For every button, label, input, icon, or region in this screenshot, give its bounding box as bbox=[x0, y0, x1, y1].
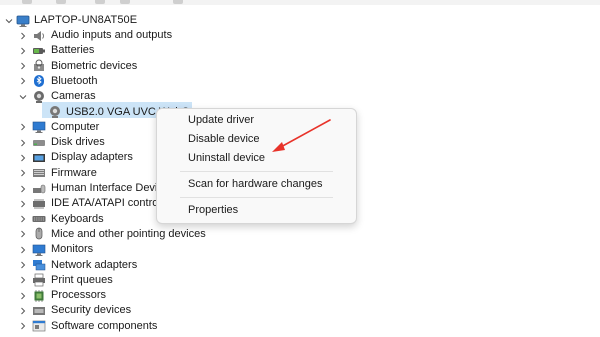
disk-icon bbox=[32, 136, 46, 150]
tree-category-label: Security devices bbox=[51, 304, 132, 317]
speaker-icon bbox=[32, 29, 46, 43]
monitor-icon bbox=[32, 243, 46, 257]
tree-category-label: Audio inputs and outputs bbox=[51, 29, 173, 41]
toolbar-button[interactable] bbox=[95, 0, 105, 4]
toolbar-button[interactable] bbox=[120, 0, 130, 4]
chevron-right-icon[interactable] bbox=[17, 120, 29, 135]
chevron-right-icon[interactable] bbox=[17, 135, 29, 150]
chevron-down-icon[interactable] bbox=[17, 89, 29, 104]
tree-category-label: Monitors bbox=[51, 243, 94, 256]
chevron-right-icon[interactable] bbox=[17, 181, 29, 196]
chevron-down-icon[interactable] bbox=[3, 13, 15, 28]
mouse-icon bbox=[32, 227, 46, 241]
menu-separator bbox=[180, 197, 333, 198]
tree-category-label: Bluetooth bbox=[51, 74, 98, 87]
chevron-right-icon[interactable] bbox=[17, 242, 29, 257]
chevron-right-icon[interactable] bbox=[17, 74, 29, 89]
context-menu: Update driver Disable device Uninstall d… bbox=[156, 108, 357, 224]
menu-item-uninstall-device[interactable]: Uninstall device bbox=[157, 150, 356, 167]
processor-icon bbox=[32, 289, 46, 303]
tree-category-label: Print queues bbox=[51, 273, 113, 286]
computer-icon bbox=[16, 14, 30, 28]
menu-item-disable-device[interactable]: Disable device bbox=[157, 131, 356, 148]
chevron-right-icon[interactable] bbox=[17, 43, 29, 58]
tree-category-label: Processors bbox=[51, 289, 107, 302]
tree-category-label: Firmware bbox=[51, 166, 97, 179]
toolbar-button[interactable] bbox=[22, 0, 32, 4]
bluetooth-icon bbox=[32, 74, 46, 88]
tree-category-label: Software components bbox=[51, 319, 158, 332]
monitor-icon bbox=[32, 120, 46, 134]
firmware-icon bbox=[32, 166, 46, 180]
security-icon bbox=[32, 304, 46, 318]
chevron-right-icon[interactable] bbox=[17, 59, 29, 74]
tree-category-label: Network adapters bbox=[51, 258, 138, 271]
tree-category-label: Display adapters bbox=[51, 151, 133, 164]
chevron-right-icon[interactable] bbox=[17, 303, 29, 318]
hid-icon bbox=[32, 182, 46, 196]
chevron-right-icon[interactable] bbox=[17, 258, 29, 273]
webcam-icon bbox=[48, 105, 62, 119]
toolbar-strip bbox=[0, 0, 600, 5]
chevron-right-icon[interactable] bbox=[17, 28, 29, 43]
computer-name: LAPTOP-UN8AT50E bbox=[34, 14, 138, 26]
chevron-right-icon[interactable] bbox=[17, 227, 29, 242]
tree-category-label: Cameras bbox=[51, 90, 96, 103]
tree-category-label: Disk drives bbox=[51, 136, 105, 149]
menu-item-scan-hardware[interactable]: Scan for hardware changes bbox=[157, 176, 356, 193]
tree-category-label: Batteries bbox=[51, 44, 95, 57]
menu-separator bbox=[180, 171, 333, 172]
chevron-right-icon[interactable] bbox=[17, 196, 29, 211]
toolbar-button[interactable] bbox=[173, 0, 183, 4]
chevron-right-icon[interactable] bbox=[17, 212, 29, 227]
keyboard-icon bbox=[32, 212, 46, 226]
tree-category-label: Keyboards bbox=[51, 212, 104, 225]
tree-category-label: Biometric devices bbox=[51, 59, 138, 72]
battery-icon bbox=[32, 44, 46, 58]
printer-icon bbox=[32, 273, 46, 287]
chevron-right-icon[interactable] bbox=[17, 150, 29, 165]
menu-item-update-driver[interactable]: Update driver bbox=[157, 112, 356, 129]
chevron-right-icon[interactable] bbox=[17, 319, 29, 334]
tree-category-label: Computer bbox=[51, 120, 100, 133]
chevron-right-icon[interactable] bbox=[17, 166, 29, 181]
network-icon bbox=[32, 258, 46, 272]
menu-item-properties[interactable]: Properties bbox=[157, 202, 356, 219]
chevron-right-icon[interactable] bbox=[17, 288, 29, 303]
toolbar-button[interactable] bbox=[56, 0, 66, 4]
fingerprint-icon bbox=[32, 59, 46, 73]
camera-icon bbox=[32, 90, 46, 104]
ide-controller-icon bbox=[32, 197, 46, 211]
tree-category-label: Human Interface Device bbox=[51, 182, 169, 194]
chevron-right-icon[interactable] bbox=[17, 273, 29, 288]
software-icon bbox=[32, 319, 46, 333]
tree-category-label: Mice and other pointing devices bbox=[51, 227, 206, 240]
display-adapter-icon bbox=[32, 151, 46, 165]
